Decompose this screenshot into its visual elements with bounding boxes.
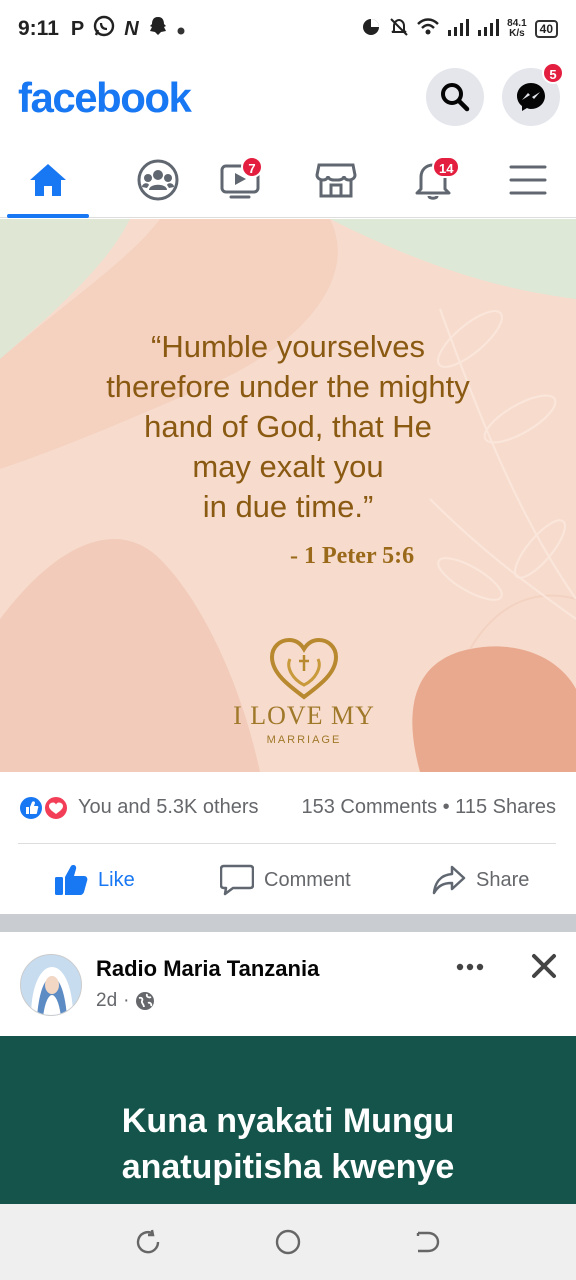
- status-time: 9:11: [18, 17, 59, 40]
- brand-name: I LOVE MY: [233, 701, 375, 730]
- notifications-badge: 14: [432, 156, 461, 178]
- p-icon: P: [70, 17, 85, 40]
- home-icon: [30, 164, 66, 196]
- divider: [18, 843, 556, 844]
- comment-button[interactable]: Comment: [220, 860, 351, 900]
- n-icon: N: [124, 17, 139, 40]
- messenger-button[interactable]: 5: [502, 62, 564, 126]
- globe-icon: [136, 992, 155, 1010]
- brand-subtitle: MARRIAGE: [266, 734, 342, 746]
- close-icon: [532, 954, 556, 978]
- tab-marketplace[interactable]: [291, 142, 381, 218]
- post-text-card[interactable]: Kuna nyakati Mungu anatupitisha kwenye: [0, 1036, 576, 1204]
- circle-home-icon: [275, 1229, 301, 1255]
- mute-icon: [389, 17, 409, 42]
- status-notification-icons: P N: [71, 15, 185, 43]
- status-system-icons: 84.1 K/s 40: [361, 17, 558, 42]
- quote-line: in due time.”: [202, 489, 374, 524]
- more-horizontal-icon: [456, 963, 484, 971]
- main-tab-bar: 7 14: [0, 142, 576, 218]
- messenger-icon: [517, 83, 545, 111]
- like-button[interactable]: Like: [54, 860, 135, 900]
- wifi-icon: [417, 17, 440, 41]
- hide-post-button[interactable]: [526, 948, 562, 984]
- comments-shares-count[interactable]: 153 Comments • 115 Shares: [301, 796, 556, 819]
- thumbs-up-icon: [55, 865, 88, 895]
- post-actions: Like Comment Share: [0, 846, 576, 914]
- home-nav-button[interactable]: [268, 1222, 308, 1262]
- heart-swans-logo-icon: [269, 637, 339, 700]
- comment-label: Comment: [264, 868, 351, 891]
- recents-button[interactable]: [128, 1222, 168, 1262]
- post-header: Radio Maria Tanzania 2d ·: [0, 932, 576, 1036]
- search-button[interactable]: [426, 68, 484, 126]
- share-label: Share: [476, 868, 530, 891]
- like-label: Like: [98, 868, 135, 891]
- tab-watch[interactable]: 7: [195, 142, 285, 218]
- menu-icon: [509, 165, 547, 195]
- more-options-button[interactable]: [452, 952, 488, 982]
- facebook-logo[interactable]: facebook: [18, 74, 192, 122]
- network-speed: 84.1 K/s: [507, 18, 527, 39]
- quote-text: “Humble yourselves therefore under the m…: [0, 327, 576, 527]
- post-text-line: anatupitisha kwenye: [121, 1148, 455, 1186]
- app-header: facebook 5: [0, 62, 576, 138]
- battery-indicator: 40: [534, 20, 558, 38]
- feed-separator: [0, 914, 576, 932]
- whatsapp-icon: [93, 15, 115, 43]
- search-icon: [441, 83, 470, 112]
- tab-notifications[interactable]: 14: [388, 142, 478, 218]
- share-icon: [432, 865, 466, 895]
- reaction-summary[interactable]: You and 5.3K others 153 Comments • 115 S…: [0, 772, 576, 844]
- groups-icon: [137, 159, 179, 201]
- post-text-line: Kuna nyakati Mungu: [121, 1102, 455, 1140]
- screen: 9:11 P N 84.1 K/s 40 facebook 5 7 14 “Hu…: [0, 0, 576, 1280]
- tab-home[interactable]: [3, 142, 93, 218]
- reactions-text[interactable]: You and 5.3K others: [78, 796, 259, 819]
- reaction-icons: [18, 795, 69, 821]
- quote-line: “Humble yourselves: [151, 329, 425, 364]
- share-button[interactable]: Share: [432, 860, 529, 900]
- system-nav-bar: [0, 1204, 576, 1280]
- quote-reference: - 1 Peter 5:6: [290, 543, 415, 569]
- recents-icon: [136, 1229, 160, 1254]
- watch-badge: 7: [241, 156, 263, 178]
- post-text: Kuna nyakati Mungu anatupitisha kwenye: [0, 1098, 576, 1190]
- comment-icon: [220, 864, 254, 896]
- back-button[interactable]: [408, 1222, 448, 1262]
- signal-icon-1: [447, 18, 470, 41]
- tab-groups[interactable]: [113, 142, 203, 218]
- back-icon: [416, 1231, 440, 1253]
- meta-separator: ·: [123, 990, 130, 1011]
- quote-line: may exalt you: [192, 449, 384, 484]
- virgin-mary-avatar-icon: [21, 955, 81, 1015]
- post-image[interactable]: “Humble yourselves therefore under the m…: [0, 219, 576, 772]
- snapchat-icon: [148, 15, 168, 43]
- page-name[interactable]: Radio Maria Tanzania: [96, 956, 319, 982]
- marketplace-icon: [315, 163, 357, 198]
- status-bar: 9:11 P N 84.1 K/s 40: [0, 0, 576, 58]
- messenger-badge: 5: [542, 62, 564, 84]
- quote-line: therefore under the mighty: [106, 369, 470, 404]
- data-saver-icon: [361, 17, 381, 42]
- post-time[interactable]: 2d: [96, 990, 117, 1012]
- quote-line: hand of God, that He: [144, 409, 432, 444]
- signal-icon-2: [477, 18, 500, 41]
- avatar[interactable]: [20, 954, 82, 1016]
- dot-icon: [177, 18, 185, 41]
- tab-menu[interactable]: [483, 142, 573, 218]
- post-meta: 2d ·: [96, 990, 155, 1012]
